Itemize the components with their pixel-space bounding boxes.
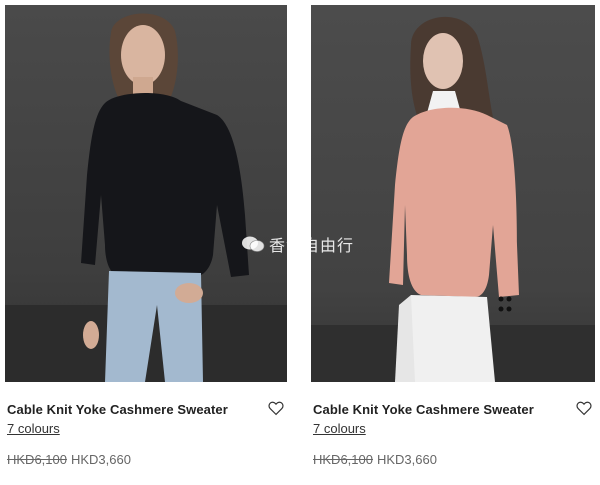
product-image-pink-sweater[interactable]	[311, 5, 595, 382]
heart-icon[interactable]	[575, 399, 593, 417]
product-title[interactable]: Cable Knit Yoke Cashmere Sweater	[313, 402, 534, 417]
sale-price: HKD3,660	[70, 452, 131, 467]
product-card-2[interactable]: Cable Knit Yoke Cashmere Sweater	[311, 5, 595, 428]
colours-link[interactable]: 7 colours	[7, 421, 60, 436]
heart-icon[interactable]	[267, 399, 285, 417]
model-photo-illustration	[5, 13, 287, 382]
original-price: HKD6,100	[7, 452, 67, 467]
price-group: HKD6,100 HKD3,660	[7, 452, 131, 467]
product-card-1[interactable]: Cable Knit Yoke Cashmere Sweater	[5, 5, 287, 428]
original-price: HKD6,100	[313, 452, 373, 467]
model-photo-illustration	[311, 16, 595, 382]
watermark: 香港自由行	[241, 232, 354, 256]
product-title[interactable]: Cable Knit Yoke Cashmere Sweater	[7, 402, 228, 417]
watermark-text: 香港自由行	[269, 236, 355, 255]
product-image-black-sweater[interactable]	[5, 5, 287, 382]
sale-price: HKD3,660	[376, 452, 437, 467]
wechat-icon	[242, 236, 265, 252]
colours-link[interactable]: 7 colours	[313, 421, 366, 436]
price-group: HKD6,100 HKD3,660	[313, 452, 437, 467]
